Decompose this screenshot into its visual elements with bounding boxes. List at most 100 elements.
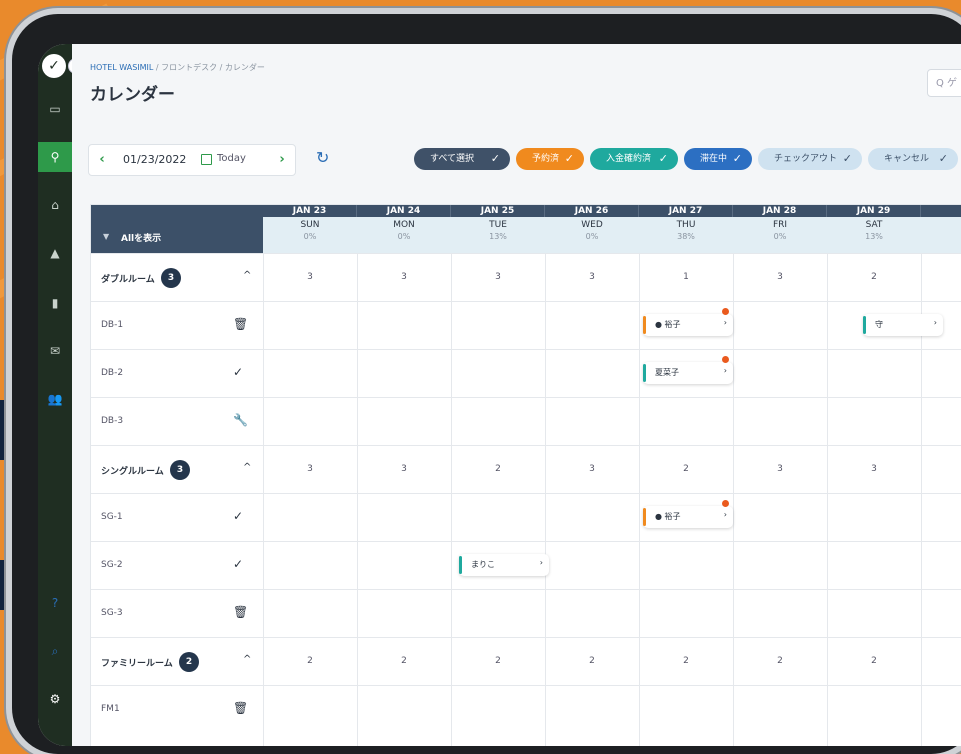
mail-icon[interactable]: ✉ [38, 336, 72, 366]
calendar-cell[interactable] [263, 590, 357, 638]
breadcrumb-hotel[interactable]: HOTEL WASIMIL [90, 63, 153, 72]
room-group-row[interactable]: ダブルルーム 3 ^ 3 3 3 3 1 3 2 [91, 253, 961, 302]
day-header: JAN 27 THU 38% [639, 205, 733, 253]
calendar-cell[interactable] [733, 398, 827, 446]
calendar-cell[interactable] [263, 350, 357, 398]
calendar-cell[interactable] [451, 398, 545, 446]
calendar-cell[interactable] [827, 494, 921, 542]
chart-icon[interactable]: ▮ [38, 288, 72, 318]
calendar-cell[interactable] [263, 542, 357, 590]
calendar-cell[interactable] [357, 494, 451, 542]
calendar-cell[interactable] [451, 590, 545, 638]
home-icon[interactable]: ⌂ [38, 190, 72, 220]
show-all-toggle[interactable]: ▼ Allを表示 [91, 205, 263, 253]
filter-chip[interactable]: 予約済 ✓ [516, 148, 584, 170]
calendar-cell[interactable] [451, 302, 545, 350]
calendar-cell[interactable] [733, 494, 827, 542]
booking-card[interactable]: まりこ › [459, 554, 549, 576]
calendar-cell[interactable] [733, 686, 827, 734]
calendar-cell[interactable] [357, 302, 451, 350]
calendar-cell[interactable] [733, 302, 827, 350]
calendar-cell[interactable] [827, 686, 921, 734]
today-button[interactable]: Today [217, 153, 246, 164]
calendar-cell[interactable] [357, 542, 451, 590]
calendar-cell[interactable] [357, 686, 451, 734]
calendar-cell[interactable] [545, 302, 639, 350]
calendar-cell[interactable] [545, 590, 639, 638]
calendar-cell[interactable] [733, 590, 827, 638]
calendar-cell[interactable] [263, 302, 357, 350]
calendar-cell[interactable] [921, 398, 961, 446]
booking-card[interactable]: ● 裕子 › [643, 308, 733, 336]
calendar-cell[interactable] [733, 542, 827, 590]
dirty-status-icon[interactable]: 🗑 [233, 701, 248, 715]
calendar-cell[interactable] [639, 542, 733, 590]
calendar-cell[interactable] [263, 686, 357, 734]
calendar-cell[interactable] [921, 350, 961, 398]
booking-card[interactable]: ● 裕子 › [643, 500, 733, 528]
filter-chip[interactable]: チェックアウト ✓ [758, 148, 862, 170]
breadcrumb-section[interactable]: フロントデスク [161, 63, 217, 72]
calendar-cell[interactable] [733, 350, 827, 398]
filter-chip[interactable]: キャンセル ✓ [868, 148, 958, 170]
filter-chip[interactable]: 入金確約済 ✓ [590, 148, 678, 170]
room-group-row[interactable]: シングルルーム 3 ^ 3 3 2 3 2 3 3 [91, 445, 961, 494]
calendar-cell[interactable] [827, 398, 921, 446]
calendar-cell[interactable] [639, 590, 733, 638]
calendar-icon[interactable] [201, 154, 212, 165]
calendar-cell[interactable] [921, 494, 961, 542]
maintenance-status-icon[interactable]: 🔧 [233, 413, 248, 427]
next-date-button[interactable]: › [271, 145, 293, 175]
calendar-cell[interactable] [921, 686, 961, 734]
calendar-cell[interactable] [827, 542, 921, 590]
refresh-icon[interactable]: ↻ [316, 148, 329, 167]
calendar-cell[interactable] [827, 590, 921, 638]
logo-icon[interactable]: ✓ [42, 54, 66, 78]
filter-chip[interactable]: すべて選択 ✓ [414, 148, 510, 170]
calendar-cell[interactable] [639, 686, 733, 734]
availability-count: 3 [307, 272, 313, 282]
calendar-cell[interactable] [545, 494, 639, 542]
calendar-cell[interactable] [545, 398, 639, 446]
booking-card[interactable]: 夏菜子 › [643, 356, 733, 384]
building-icon[interactable]: ▲ [38, 238, 72, 268]
calendar-cell[interactable] [545, 542, 639, 590]
gear-icon[interactable]: ⚙ [38, 684, 72, 714]
calendar-cell[interactable] [545, 350, 639, 398]
calendar-cell[interactable] [921, 542, 961, 590]
calendar-cell[interactable] [545, 686, 639, 734]
calendar-cell[interactable] [357, 350, 451, 398]
calendar-cell[interactable] [827, 350, 921, 398]
filter-chip[interactable]: 滞在中 ✓ [684, 148, 752, 170]
calendar-cell[interactable] [451, 686, 545, 734]
calendar-cell[interactable] [263, 398, 357, 446]
dirty-status-icon[interactable]: 🗑 [233, 317, 248, 331]
calendar-cell[interactable] [357, 398, 451, 446]
calendar-cell[interactable] [921, 590, 961, 638]
tablet-icon[interactable]: ▭ [38, 94, 72, 124]
calendar-cell[interactable] [451, 494, 545, 542]
collapse-caret-icon[interactable]: ^ [243, 654, 251, 665]
calendar-cell[interactable] [639, 398, 733, 446]
clean-status-icon[interactable]: ✓ [233, 509, 243, 523]
room-group-row[interactable]: ファミリールーム 2 ^ 2 2 2 2 2 2 2 [91, 637, 961, 686]
clean-status-icon[interactable]: ✓ [233, 365, 243, 379]
current-date[interactable]: 01/23/2022 [123, 153, 186, 166]
day-occupancy: 0% [397, 232, 411, 241]
front-desk-icon[interactable]: ⚲ [38, 142, 72, 172]
search-icon[interactable]: ⌕ [38, 636, 72, 666]
day-occupancy: 38% [677, 232, 695, 241]
collapse-caret-icon[interactable]: ^ [243, 270, 251, 281]
help-icon[interactable]: ? [38, 588, 72, 618]
calendar-cell[interactable] [263, 494, 357, 542]
collapse-caret-icon[interactable]: ^ [243, 462, 251, 473]
calendar-cell[interactable] [357, 590, 451, 638]
search-input[interactable]: Q ゲ [927, 69, 961, 97]
clean-status-icon[interactable]: ✓ [233, 557, 243, 571]
calendar-cell[interactable] [451, 350, 545, 398]
prev-date-button[interactable]: ‹ [91, 145, 113, 175]
grid-divider [263, 253, 264, 746]
users-icon[interactable]: 👥 [38, 384, 72, 414]
dirty-status-icon[interactable]: 🗑 [233, 605, 248, 619]
booking-card[interactable]: 守 › [863, 314, 943, 336]
